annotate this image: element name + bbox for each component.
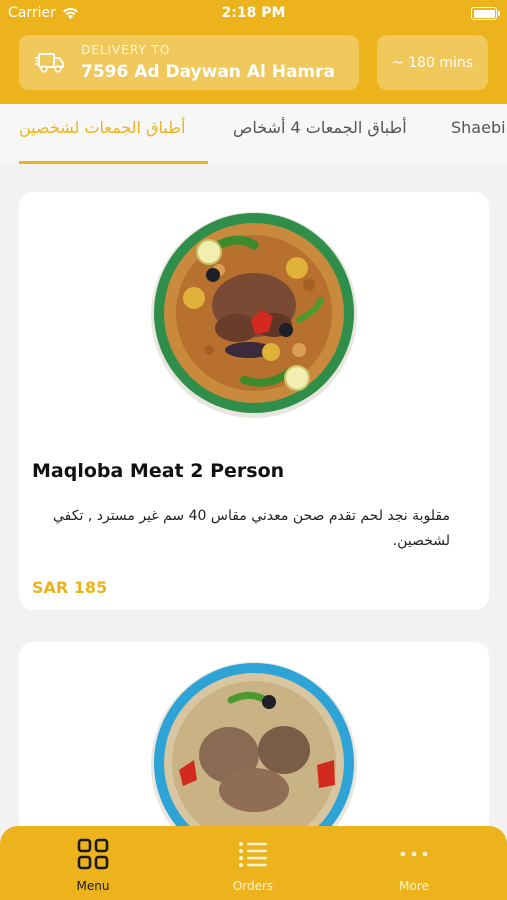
battery-icon bbox=[471, 7, 500, 20]
eta-badge[interactable]: ~ 180 mins bbox=[377, 35, 488, 90]
status-bar: Carrier 2:18 PM bbox=[0, 0, 507, 28]
app-header: Carrier 2:18 PM DELIVERY TO 7596 Ad Dayw… bbox=[0, 0, 507, 104]
dots-icon bbox=[400, 851, 428, 857]
grid-icon bbox=[77, 838, 109, 870]
nav-more-label: More bbox=[399, 879, 429, 893]
delivery-truck-icon bbox=[35, 53, 64, 73]
rice-meat-dish-image bbox=[151, 662, 357, 842]
item-title: Maqloba Meat 2 Person bbox=[32, 460, 285, 482]
bottom-navigation: Menu Orders More bbox=[0, 826, 507, 900]
menu-item-card[interactable]: Maqloba Meat 2 Person مقلوبة نجد لحم تقد… bbox=[19, 192, 489, 610]
delivery-label: DELIVERY TO bbox=[81, 43, 171, 57]
menu-item-card[interactable] bbox=[19, 642, 489, 842]
nav-more[interactable]: More bbox=[364, 838, 464, 893]
delivery-address-selector[interactable]: DELIVERY TO 7596 Ad Daywan Al Hamra bbox=[19, 35, 359, 90]
status-time: 2:18 PM bbox=[221, 5, 286, 21]
item-price: SAR 185 bbox=[32, 578, 108, 597]
nav-menu[interactable]: Menu bbox=[43, 838, 143, 893]
nav-orders-label: Orders bbox=[232, 879, 274, 893]
nav-orders[interactable]: Orders bbox=[203, 838, 303, 893]
tab-shaebi[interactable]: Shaebi bbox=[451, 118, 506, 137]
tab-four-person-platters[interactable]: أطباق الجمعات 4 أشخاص bbox=[233, 118, 407, 137]
item-description: مقلوبة نجد لحم تقدم صحن معدني مقاس 40 سم… bbox=[53, 508, 450, 549]
category-tabs: أطباق الجمعات لشخصين أطباق الجمعات 4 أشخ… bbox=[0, 104, 507, 164]
active-tab-indicator bbox=[19, 161, 208, 164]
eta-text: ~ 180 mins bbox=[391, 54, 474, 71]
tab-two-person-platters[interactable]: أطباق الجمعات لشخصين bbox=[19, 118, 185, 137]
list-icon bbox=[239, 842, 267, 867]
maqloba-dish-image bbox=[151, 212, 357, 418]
delivery-address: 7596 Ad Daywan Al Hamra bbox=[81, 62, 335, 82]
nav-menu-label: Menu bbox=[76, 879, 110, 893]
